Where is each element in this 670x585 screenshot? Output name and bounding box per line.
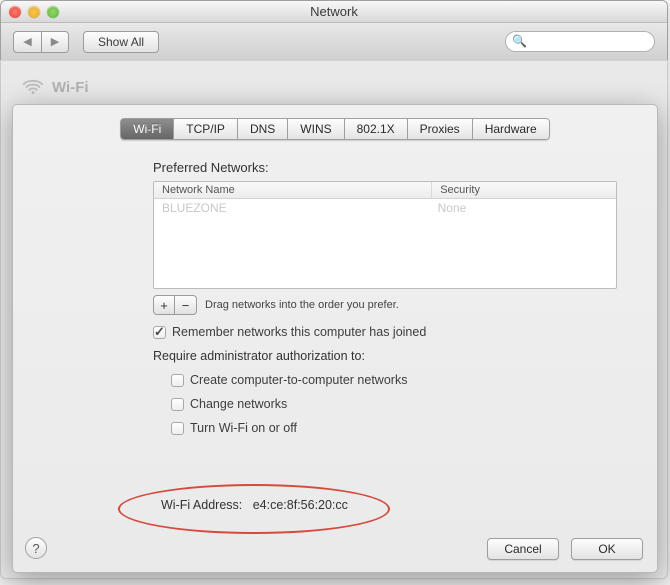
network-preferences-window: Network ◀ ▶ Show All 🔍 Wi-Fi bbox=[0, 0, 668, 579]
remember-networks-row[interactable]: Remember networks this computer has join… bbox=[153, 325, 617, 339]
search-icon: 🔍 bbox=[512, 34, 527, 48]
option-change-checkbox[interactable] bbox=[171, 398, 184, 411]
wifi-panel: Preferred Networks: Network Name Securit… bbox=[13, 140, 657, 435]
require-admin-label: Require administrator authorization to: bbox=[153, 349, 617, 363]
tab-tcpip[interactable]: TCP/IP bbox=[174, 118, 238, 140]
add-remove-bar: + − Drag networks into the order you pre… bbox=[153, 295, 617, 315]
tab-wins[interactable]: WINS bbox=[288, 118, 344, 140]
search-field: 🔍 bbox=[505, 31, 655, 52]
cancel-button[interactable]: Cancel bbox=[487, 538, 559, 560]
tab-dns[interactable]: DNS bbox=[238, 118, 288, 140]
tab-proxies[interactable]: Proxies bbox=[408, 118, 473, 140]
remove-network-button[interactable]: − bbox=[175, 295, 197, 315]
titlebar: Network bbox=[1, 1, 667, 23]
preferred-networks-label: Preferred Networks: bbox=[153, 160, 617, 175]
minus-icon: − bbox=[182, 298, 190, 313]
wifi-address-row: Wi-Fi Address: e4:ce:8f:56:20:cc bbox=[161, 498, 348, 512]
advanced-sheet: Wi-Fi TCP/IP DNS WINS 802.1X Proxies Har… bbox=[12, 104, 658, 573]
chevron-left-icon: ◀ bbox=[23, 35, 31, 48]
question-icon: ? bbox=[32, 541, 39, 556]
window-title: Network bbox=[1, 4, 667, 19]
drag-hint: Drag networks into the order you prefer. bbox=[205, 299, 399, 311]
remember-networks-checkbox[interactable] bbox=[153, 326, 166, 339]
show-all-button[interactable]: Show All bbox=[83, 31, 159, 53]
add-network-button[interactable]: + bbox=[153, 295, 175, 315]
tabs-bar: Wi-Fi TCP/IP DNS WINS 802.1X Proxies Har… bbox=[13, 118, 657, 140]
tab-wifi[interactable]: Wi-Fi bbox=[120, 118, 174, 140]
option-create-label: Create computer-to-computer networks bbox=[190, 373, 407, 387]
help-button[interactable]: ? bbox=[25, 537, 47, 559]
search-input[interactable] bbox=[505, 31, 655, 52]
option-change-label: Change networks bbox=[190, 397, 287, 411]
cell-network-name: BLUEZONE bbox=[162, 201, 430, 215]
option-change-row[interactable]: Change networks bbox=[171, 397, 617, 411]
show-all-label: Show All bbox=[98, 35, 144, 49]
toolbar: ◀ ▶ Show All 🔍 bbox=[1, 23, 667, 61]
option-toggle-row[interactable]: Turn Wi-Fi on or off bbox=[171, 421, 617, 435]
col-security[interactable]: Security bbox=[431, 182, 616, 198]
option-toggle-checkbox[interactable] bbox=[171, 422, 184, 435]
remember-networks-label: Remember networks this computer has join… bbox=[172, 325, 426, 339]
tab-hardware[interactable]: Hardware bbox=[473, 118, 550, 140]
tabs-segment: Wi-Fi TCP/IP DNS WINS 802.1X Proxies Har… bbox=[120, 118, 549, 140]
sheet-actions: Cancel OK bbox=[487, 538, 643, 560]
option-toggle-label: Turn Wi-Fi on or off bbox=[190, 421, 297, 435]
nav-forward-button[interactable]: ▶ bbox=[41, 31, 69, 53]
wifi-address-label: Wi-Fi Address: bbox=[161, 498, 242, 512]
nav-back-button[interactable]: ◀ bbox=[13, 31, 41, 53]
cell-security: None bbox=[430, 201, 608, 215]
nav-segment: ◀ ▶ bbox=[13, 31, 69, 53]
option-create-row[interactable]: Create computer-to-computer networks bbox=[171, 373, 617, 387]
preferred-networks-table[interactable]: Network Name Security BLUEZONE None bbox=[153, 181, 617, 289]
ok-button[interactable]: OK bbox=[571, 538, 643, 560]
wifi-address-value: e4:ce:8f:56:20:cc bbox=[253, 498, 348, 512]
option-create-checkbox[interactable] bbox=[171, 374, 184, 387]
table-header: Network Name Security bbox=[154, 182, 616, 199]
plus-icon: + bbox=[160, 298, 168, 313]
tab-8021x[interactable]: 802.1X bbox=[345, 118, 408, 140]
chevron-right-icon: ▶ bbox=[51, 35, 59, 48]
table-row[interactable]: BLUEZONE None bbox=[154, 199, 616, 217]
col-network-name[interactable]: Network Name bbox=[154, 182, 431, 198]
